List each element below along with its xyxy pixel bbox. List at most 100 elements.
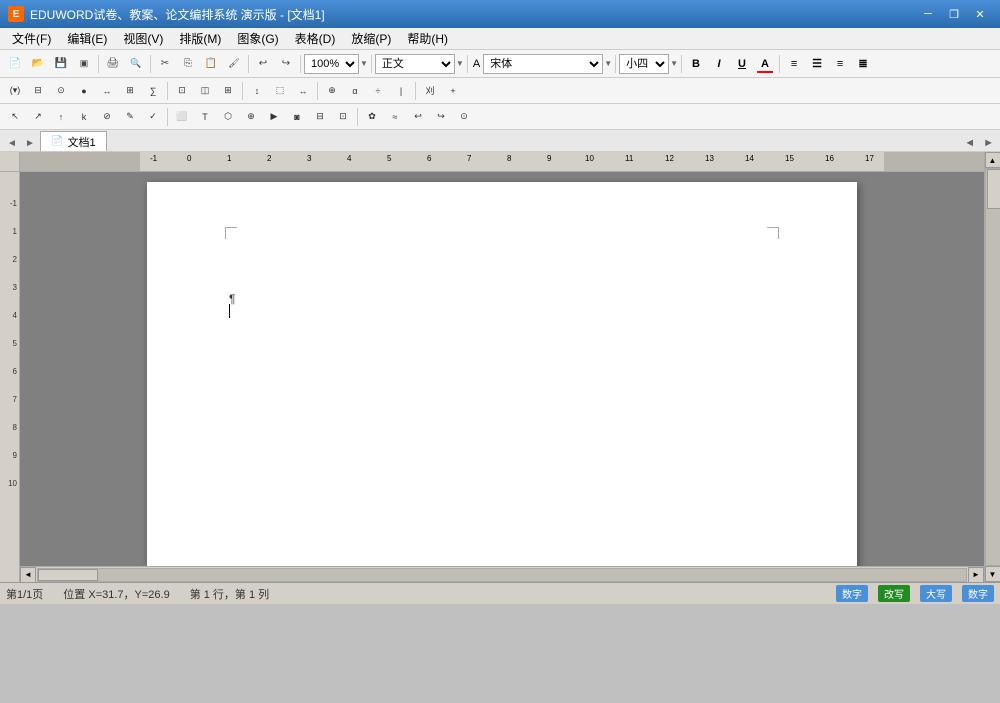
tb4-btn8[interactable]: ⬜ [171,106,193,128]
tb4-btn17[interactable]: ≈ [384,106,406,128]
scroll-up-button[interactable]: ▲ [985,152,1000,168]
tab-expand-right[interactable]: ► [981,135,996,151]
menu-file[interactable]: 文件(F) [4,28,59,50]
new-icon: 📄 [6,55,24,73]
tb3-btn9[interactable]: ◫ [194,80,216,102]
scroll-right-button[interactable]: ► [968,567,984,583]
tb4-btn19[interactable]: ↪ [430,106,452,128]
tb3-btn3[interactable]: ⊙ [50,80,72,102]
open-button[interactable]: 📂 [27,53,49,75]
h-scroll-thumb[interactable] [38,569,98,581]
tb4-btn2[interactable]: ↗ [27,106,49,128]
font-select[interactable]: 宋体 黑体 楷体 [483,54,603,74]
tab-expand-left[interactable]: ◄ [962,135,977,151]
tb3-btn19[interactable]: + [442,80,464,102]
window-controls[interactable]: ─ ❐ ✕ [916,5,992,23]
bold-button[interactable]: B [685,53,707,75]
tb4-btn3[interactable]: ↑ [50,106,72,128]
redo-button[interactable]: ↪ [275,53,297,75]
zoom-select[interactable]: 100% 75% 50% 150% [304,54,359,74]
v-scroll-thumb[interactable] [987,169,1000,209]
undo-button[interactable]: ↩ [252,53,274,75]
menu-layout[interactable]: 排版(M) [171,28,229,50]
tb4-btn16[interactable]: ✿ [361,106,383,128]
tb3-btn13[interactable]: ↔ [292,80,314,102]
menu-help[interactable]: 帮助(H) [399,28,456,50]
v-scroll-track[interactable] [985,168,1000,566]
print-button[interactable]: 🖨 [102,53,124,75]
tb4-btn4[interactable]: k [73,106,95,128]
save-button[interactable]: 💾 [50,53,72,75]
margin-corner-tr [767,227,779,239]
tb3-btn2[interactable]: ⊟ [27,80,49,102]
tab-prev-button[interactable]: ◄ [4,135,20,151]
tb3-btn14[interactable]: ⊕ [321,80,343,102]
paste-button[interactable]: 📋 [200,53,222,75]
tb3-btn12[interactable]: ⬚ [269,80,291,102]
separator7 [615,55,616,73]
font-icon: A [473,58,480,70]
tb4-btn10[interactable]: ⬡ [217,106,239,128]
align-right-button[interactable]: ≡ [829,53,851,75]
font-color-button[interactable]: A [754,53,776,75]
tb3-btn15[interactable]: α [344,80,366,102]
align-left-button[interactable]: ≡ [783,53,805,75]
format-brush-button[interactable]: 🖌 [223,53,245,75]
tb4-btn7[interactable]: ✓ [142,106,164,128]
new-button[interactable]: 📄 [4,53,26,75]
restore-button[interactable]: ❐ [942,5,966,23]
tb4-btn1[interactable]: ↖ [4,106,26,128]
icon2: ⊟ [34,85,42,96]
scroll-down-button[interactable]: ▼ [985,566,1000,582]
align-center-button[interactable]: ☰ [806,53,828,75]
print-preview-button[interactable]: 🔍 [125,53,147,75]
saveas-button[interactable]: ▣ [73,53,95,75]
underline-button[interactable]: U [731,53,753,75]
tb3-btn8[interactable]: ⊡ [171,80,193,102]
menu-zoom[interactable]: 放缩(P) [343,28,399,50]
tb3-btn4[interactable]: ● [73,80,95,102]
h-scroll-track[interactable] [37,568,967,582]
tb4-btn9[interactable]: T [194,106,216,128]
t4-icon9: T [202,112,208,122]
copy-button[interactable]: ⎘ [177,53,199,75]
tb3-btn5[interactable]: ↔ [96,80,118,102]
tb4-btn5[interactable]: ⊘ [96,106,118,128]
tb4-btn14[interactable]: ⊟ [309,106,331,128]
tb4-btn15[interactable]: ⊡ [332,106,354,128]
menu-table[interactable]: 表格(D) [287,28,344,50]
menu-edit[interactable]: 编辑(E) [59,28,115,50]
tb3-btn1[interactable]: (▾) [4,80,26,102]
toolbar4: ↖ ↗ ↑ k ⊘ ✎ ✓ ⬜ T ⬡ ⊕ ▶ ◙ ⊟ ⊡ ✿ ≈ ↩ ↪ ⊙ [0,104,1000,130]
close-button[interactable]: ✕ [968,5,992,23]
menu-bar: 文件(F) 编辑(E) 视图(V) 排版(M) 图象(G) 表格(D) 放缩(P… [0,28,1000,50]
tb4-btn11[interactable]: ⊕ [240,106,262,128]
cut-button[interactable]: ✂ [154,53,176,75]
tab-next-button[interactable]: ► [22,135,38,151]
tb4-btn6[interactable]: ✎ [119,106,141,128]
scroll-left-button[interactable]: ◄ [20,567,36,583]
tb3-btn16[interactable]: ÷ [367,80,389,102]
tb3-btn10[interactable]: ⊞ [217,80,239,102]
tb3-btn18[interactable]: 刈 [419,80,441,102]
icon7: ∑ [150,86,156,96]
document-page[interactable]: ¶ [147,182,857,566]
menu-image[interactable]: 图象(G) [229,28,286,50]
tb3-btn11[interactable]: ↕ [246,80,268,102]
minimize-button[interactable]: ─ [916,5,940,23]
tb4-btn13[interactable]: ◙ [286,106,308,128]
tb3-btn17[interactable]: | [390,80,412,102]
style-arrow: ▼ [456,59,464,68]
italic-button[interactable]: I [708,53,730,75]
document-scroll-area[interactable]: ¶ [20,172,984,566]
align-justify-button[interactable]: ≣ [852,53,874,75]
tb3-btn6[interactable]: ⊞ [119,80,141,102]
tb4-btn12[interactable]: ▶ [263,106,285,128]
tb3-btn7[interactable]: ∑ [142,80,164,102]
style-select[interactable]: 正文 标题1 标题2 [375,54,455,74]
doc-tab[interactable]: 📄 文档1 [40,131,107,151]
tb4-btn18[interactable]: ↩ [407,106,429,128]
tb4-btn20[interactable]: ⊙ [453,106,475,128]
size-select[interactable]: 小四 四号 小三 三号 [619,54,669,74]
menu-view[interactable]: 视图(V) [115,28,171,50]
